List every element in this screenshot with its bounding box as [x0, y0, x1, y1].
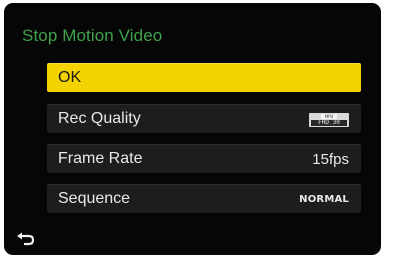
menu-item-label: Sequence	[58, 190, 131, 207]
sequence-value: NORMAL	[299, 194, 349, 205]
rec-quality-icon: MP4 FHD 30	[309, 113, 349, 127]
rec-quality-format: MP4	[321, 114, 337, 119]
menu-item-label: Rec Quality	[58, 110, 141, 127]
menu-item-label: OK	[58, 69, 82, 86]
menu-item-label: Frame Rate	[58, 150, 143, 167]
frame-rate-value: 15fps	[312, 151, 349, 168]
back-button[interactable]	[16, 232, 36, 248]
menu-item-frame-rate[interactable]: Frame Rate 15fps	[47, 144, 361, 173]
rec-quality-resolution: FHD 30	[311, 120, 347, 126]
menu-item-sequence[interactable]: Sequence NORMAL	[47, 184, 361, 213]
back-arrow-icon	[17, 232, 35, 246]
menu-title: Stop Motion Video	[22, 26, 163, 45]
menu-item-rec-quality[interactable]: Rec Quality MP4 FHD 30	[47, 104, 361, 133]
menu-item-ok[interactable]: OK	[47, 63, 361, 92]
camera-menu-screen: Stop Motion Video OK Rec Quality MP4 FHD…	[4, 3, 381, 255]
